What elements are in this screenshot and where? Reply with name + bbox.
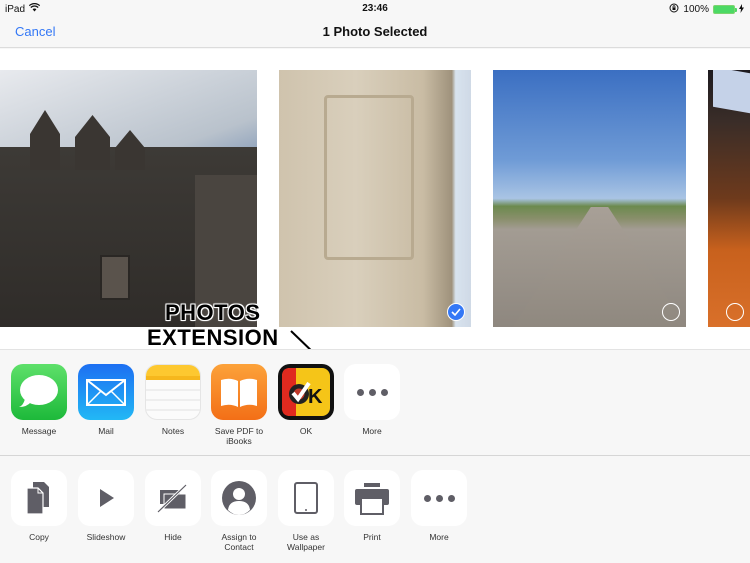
photo-thumbnail[interactable]	[708, 70, 750, 327]
unselected-circle-icon[interactable]	[662, 303, 680, 321]
photo-thumbnail[interactable]	[0, 70, 257, 327]
share-notes[interactable]: Notes	[140, 364, 206, 436]
cathedral-tower	[30, 110, 60, 170]
action-slideshow[interactable]: Slideshow	[73, 470, 139, 542]
photo-strip[interactable]	[0, 49, 750, 349]
photo-thumbnail[interactable]	[493, 70, 686, 327]
navigation-bar: Cancel 1 Photo Selected	[0, 16, 750, 48]
photo-thumbnail-selected[interactable]	[279, 70, 471, 327]
more-icon	[344, 364, 400, 420]
cathedral-tower	[115, 130, 145, 170]
ibooks-icon	[211, 364, 267, 420]
battery-percent: 100%	[683, 4, 709, 15]
status-bar: iPad 23:46 100%	[0, 0, 750, 16]
mail-icon	[78, 364, 134, 420]
more-icon	[411, 470, 467, 526]
action-more[interactable]: More	[406, 470, 472, 542]
ok-app-icon: K	[278, 364, 334, 420]
contact-icon	[211, 470, 267, 526]
share-ok-app[interactable]: K OK	[273, 364, 339, 436]
selected-checkmark-icon[interactable]	[447, 303, 465, 321]
share-mail[interactable]: Mail	[73, 364, 139, 436]
share-sheet-screen: iPad 23:46 100% Cancel 1 Photo Selected	[0, 0, 750, 563]
battery-icon	[713, 5, 737, 14]
status-time: 23:46	[362, 3, 388, 14]
share-more-apps[interactable]: More	[339, 364, 405, 436]
action-assign-to-contact[interactable]: Assign to Contact	[206, 470, 272, 552]
action-hide[interactable]: Hide	[140, 470, 206, 542]
share-message[interactable]: Message	[6, 364, 72, 436]
orientation-lock-icon	[669, 3, 679, 16]
road	[513, 207, 686, 327]
share-actions-row: Copy Slideshow Hide Assign to Contact Us…	[0, 455, 750, 563]
ipad-icon	[278, 470, 334, 526]
charging-icon	[739, 3, 744, 16]
cathedral-tower	[75, 115, 110, 170]
action-copy[interactable]: Copy	[6, 470, 72, 542]
share-apps-row: Message Mail Notes Save PDF to iBooks K …	[0, 349, 750, 455]
copy-icon	[11, 470, 67, 526]
tower-panel	[324, 95, 414, 260]
photos-extension-annotation: PHOTOS EXTENSION	[147, 300, 279, 350]
annotation-line-1: PHOTOS	[165, 300, 261, 325]
page-title: 1 Photo Selected	[322, 24, 428, 39]
notes-icon	[145, 364, 201, 420]
annotation-line-2: EXTENSION	[147, 325, 279, 350]
message-icon	[11, 364, 67, 420]
hide-icon	[145, 470, 201, 526]
printer-icon	[344, 470, 400, 526]
svg-text:K: K	[308, 386, 323, 408]
play-icon	[78, 470, 134, 526]
cathedral-window	[100, 255, 130, 300]
action-use-as-wallpaper[interactable]: Use as Wallpaper	[273, 470, 339, 552]
action-print[interactable]: Print	[339, 470, 405, 542]
share-save-pdf-ibooks[interactable]: Save PDF to iBooks	[206, 364, 272, 446]
unselected-circle-icon[interactable]	[726, 303, 744, 321]
